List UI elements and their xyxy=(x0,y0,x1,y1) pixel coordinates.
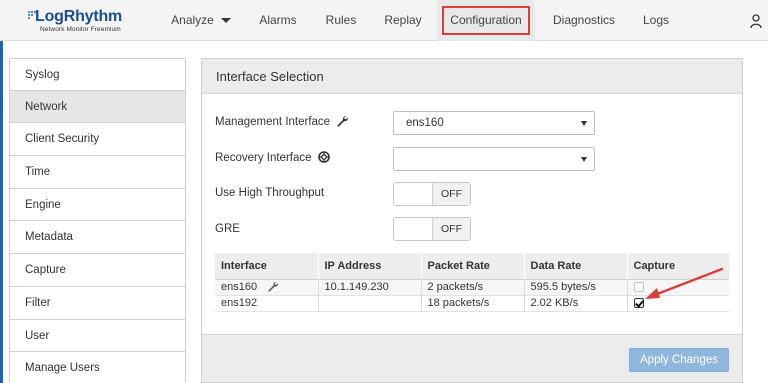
column-header-packet-rate[interactable]: Packet Rate xyxy=(420,253,524,280)
sidebar-item-filter[interactable]: Filter xyxy=(9,286,186,320)
gre-label: GRE xyxy=(215,223,240,235)
logo-wordmark: LogRhythm xyxy=(35,8,123,25)
toggle-knob xyxy=(394,183,432,205)
nav-analyze-label: Analyze xyxy=(171,13,214,27)
capture-checkbox xyxy=(633,282,644,293)
nav-logs[interactable]: Logs xyxy=(632,0,680,41)
interface-name: ens192 xyxy=(221,297,258,309)
window-left-edge xyxy=(0,41,3,383)
wrench-icon xyxy=(337,116,349,127)
recovery-interface-label: Recovery Interface xyxy=(215,151,330,164)
high-throughput-toggle[interactable]: OFF xyxy=(393,182,471,206)
caret-down-icon xyxy=(220,18,231,24)
management-interface-text: Management Interface xyxy=(215,116,331,128)
column-header-capture[interactable]: Capture xyxy=(626,253,729,280)
table-header-row: Interface IP Address Packet Rate Data Ra… xyxy=(215,253,729,280)
interface-name: ens160 xyxy=(221,281,258,293)
dropdown-arrow-icon xyxy=(581,121,587,126)
panel-title: Interface Selection xyxy=(202,59,742,94)
sidebar-item-client-security[interactable]: Client Security xyxy=(9,123,186,157)
interfaces-table: Interface IP Address Packet Rate Data Ra… xyxy=(215,253,729,312)
nav-replay[interactable]: Replay xyxy=(373,0,433,41)
apply-changes-button[interactable]: Apply Changes xyxy=(629,348,729,372)
nav-configuration[interactable]: Configuration xyxy=(437,0,535,41)
nav-diagnostics[interactable]: Diagnostics xyxy=(542,0,626,41)
ip-address-cell xyxy=(317,295,421,312)
sidebar-item-user[interactable]: User xyxy=(9,319,186,353)
column-header-ip-address[interactable]: IP Address xyxy=(317,253,421,280)
recovery-interface-select[interactable] xyxy=(393,147,595,171)
interface-cell: ens160 xyxy=(215,279,318,296)
sidebar-item-engine[interactable]: Engine xyxy=(9,188,186,222)
sidebar-item-time[interactable]: Time xyxy=(9,156,186,189)
logo-subtitle: Network Monitor Freemium xyxy=(40,26,121,33)
sidebar-item-syslog[interactable]: Syslog xyxy=(9,58,186,91)
column-header-data-rate[interactable]: Data Rate xyxy=(523,253,627,280)
table-row: ens160 10.1.149.230 2 packets/s 595.5 by… xyxy=(215,279,729,296)
sidebar-item-network[interactable]: Network xyxy=(9,90,186,124)
nav-alarms[interactable]: Alarms xyxy=(247,0,309,41)
sidebar-item-manage-users[interactable]: Manage Users xyxy=(9,352,186,383)
capture-cell xyxy=(626,295,729,312)
packet-rate-cell: 18 packets/s xyxy=(420,295,524,312)
recovery-interface-text: Recovery Interface xyxy=(215,152,312,164)
sidebar-item-capture[interactable]: Capture xyxy=(9,254,186,287)
nav-rules[interactable]: Rules xyxy=(314,0,368,41)
user-settings-icon[interactable] xyxy=(750,13,768,29)
toggle-knob xyxy=(394,218,432,240)
top-nav-bar: LogRhythm Network Monitor Freemium Analy… xyxy=(0,0,768,41)
logrhythm-logo[interactable]: LogRhythm Network Monitor Freemium xyxy=(28,7,148,35)
high-throughput-label: Use High Throughput xyxy=(215,187,325,199)
capture-cell xyxy=(626,279,729,296)
column-header-interface[interactable]: Interface xyxy=(215,253,318,280)
lifebuoy-icon xyxy=(317,151,330,163)
gre-state: OFF xyxy=(432,218,470,240)
management-interface-label: Management Interface xyxy=(215,115,349,128)
settings-sidebar: Syslog Network Client Security Time Engi… xyxy=(9,58,186,383)
table-row: ens192 18 packets/s 2.02 KB/s xyxy=(215,295,729,312)
interface-selection-panel: Interface Selection Management Interface… xyxy=(201,58,743,383)
packet-rate-cell: 2 packets/s xyxy=(420,279,524,296)
panel-footer: Apply Changes xyxy=(202,334,742,382)
data-rate-cell: 2.02 KB/s xyxy=(523,295,627,312)
management-interface-value: ens160 xyxy=(406,117,444,129)
gre-toggle[interactable]: OFF xyxy=(393,217,471,241)
data-rate-cell: 595.5 bytes/s xyxy=(523,279,627,296)
wrench-icon xyxy=(268,282,278,292)
capture-checkbox[interactable] xyxy=(633,298,644,309)
dropdown-arrow-icon xyxy=(581,157,587,162)
management-interface-select[interactable]: ens160 xyxy=(393,111,595,135)
nav-analyze[interactable]: Analyze xyxy=(160,0,242,41)
ip-address-cell: 10.1.149.230 xyxy=(317,279,421,296)
high-throughput-state: OFF xyxy=(432,183,470,205)
interface-cell: ens192 xyxy=(215,295,318,312)
sidebar-item-metadata[interactable]: Metadata xyxy=(9,221,186,255)
